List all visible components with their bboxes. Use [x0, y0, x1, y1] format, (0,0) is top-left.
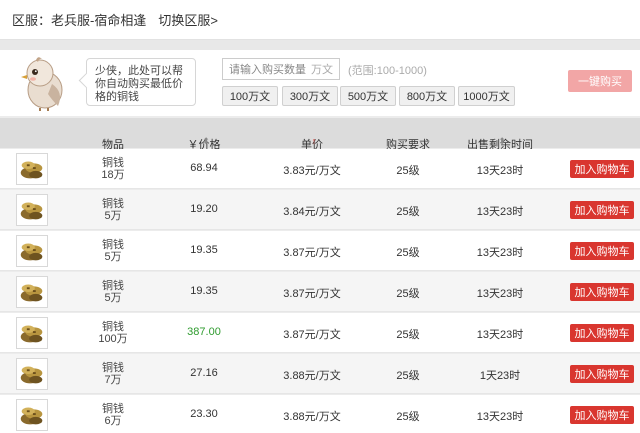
price-cell: 387.00	[187, 326, 221, 338]
add-to-cart-button[interactable]: 加入购物车	[570, 365, 634, 383]
server-bar: 区服：老兵服-宿命相逢 切换区服>	[0, 0, 640, 40]
one-click-buy-button[interactable]: 一键购买	[568, 70, 632, 92]
item-name: 铜钱 5万	[102, 239, 124, 263]
unit-price-cell: 3.87元/万文	[283, 288, 341, 300]
copper-coins-icon[interactable]	[16, 358, 48, 390]
sort-up-icon: ↑	[311, 136, 317, 146]
item-name: 铜钱 18万	[101, 157, 125, 181]
level-cell: 25级	[396, 411, 420, 423]
item-name: 铜钱 100万	[98, 321, 128, 345]
owl-mascot-icon	[21, 57, 63, 111]
add-to-cart-button[interactable]: 加入购物车	[570, 242, 634, 260]
level-cell: 25级	[396, 247, 420, 259]
time-cell: 13天23时	[476, 288, 524, 300]
table-row: 铜钱 7万 27.16 3.88元/万文 25级 1天23时 加入购物车	[0, 354, 640, 394]
server-label: 区服：老兵服-宿命相逢	[12, 13, 147, 28]
amount-button-500[interactable]: 500万文	[340, 86, 396, 106]
unit-price-cell: 3.88元/万文	[283, 370, 341, 382]
amount-button-1000[interactable]: 1000万文	[458, 86, 515, 106]
copper-coins-icon[interactable]	[16, 399, 48, 431]
sort-icon: ⬍	[202, 136, 210, 146]
quantity-range-hint: (范围:100-1000)	[348, 65, 427, 77]
time-cell: 13天23时	[476, 247, 524, 259]
time-cell: 1天23时	[479, 370, 521, 382]
time-cell: 13天23时	[476, 206, 524, 218]
quantity-placeholder: 请输入购买数量	[229, 64, 306, 76]
amount-button-300[interactable]: 300万文	[282, 86, 338, 106]
quantity-input[interactable]: 请输入购买数量 万文	[222, 58, 340, 80]
item-name: 铜钱 6万	[102, 403, 124, 427]
table-row: 铜钱 6万 23.30 3.88元/万文 25级 13天23时 加入购物车	[0, 395, 640, 433]
copper-coins-icon[interactable]	[16, 235, 48, 267]
add-to-cart-button[interactable]: 加入购物车	[570, 160, 634, 178]
add-to-cart-button[interactable]: 加入购物车	[570, 406, 634, 424]
item-name: 铜钱 7万	[102, 362, 124, 386]
table-row: 铜钱 100万 387.00 3.87元/万文 25级 13天23时 加入购物车	[0, 313, 640, 353]
amount-button-800[interactable]: 800万文	[399, 86, 455, 106]
level-cell: 25级	[396, 370, 420, 382]
price-cell: 23.30	[190, 408, 218, 420]
level-cell: 25级	[396, 206, 420, 218]
copper-coins-icon[interactable]	[16, 153, 48, 185]
price-cell: 27.16	[190, 367, 218, 379]
switch-server-link[interactable]: 切换区服>	[158, 10, 218, 29]
table-header: 物品 ￥价格 ⬍ 单价 ↑ 购买要求 出售剩余时间 ⬍	[0, 118, 640, 151]
copper-coins-icon[interactable]	[16, 276, 48, 308]
unit-price-cell: 3.88元/万文	[283, 411, 341, 423]
level-cell: 25级	[396, 329, 420, 341]
time-cell: 13天23时	[476, 411, 524, 423]
time-cell: 13天23时	[476, 165, 524, 177]
unit-price-cell: 3.84元/万文	[283, 206, 341, 218]
table-row: 铜钱 18万 68.94 3.83元/万文 25级 13天23时 加入购物车	[0, 149, 640, 189]
copper-coins-icon[interactable]	[16, 317, 48, 349]
level-cell: 25级	[396, 165, 420, 177]
sort-icon: ⬍	[498, 136, 506, 146]
unit-price-cell: 3.83元/万文	[283, 165, 341, 177]
quick-buy-panel: 少侠，此处可以帮你自动购买最低价格的铜钱 请输入购买数量 万文 (范围:100-…	[0, 50, 640, 116]
price-cell: 19.20	[190, 203, 218, 215]
unit-price-cell: 3.87元/万文	[283, 247, 341, 259]
mascot-speech-bubble: 少侠，此处可以帮你自动购买最低价格的铜钱	[86, 58, 196, 106]
add-to-cart-button[interactable]: 加入购物车	[570, 201, 634, 219]
item-name: 铜钱 5万	[102, 198, 124, 222]
add-to-cart-button[interactable]: 加入购物车	[570, 283, 634, 301]
divider	[0, 40, 640, 50]
table-row: 铜钱 5万 19.20 3.84元/万文 25级 13天23时 加入购物车	[0, 190, 640, 230]
price-cell: 68.94	[190, 162, 218, 174]
amount-button-100[interactable]: 100万文	[222, 86, 278, 106]
price-cell: 19.35	[190, 285, 218, 297]
level-cell: 25级	[396, 288, 420, 300]
unit-price-cell: 3.87元/万文	[283, 329, 341, 341]
table-row: 铜钱 5万 19.35 3.87元/万文 25级 13天23时 加入购物车	[0, 272, 640, 312]
add-to-cart-button[interactable]: 加入购物车	[570, 324, 634, 342]
item-name: 铜钱 5万	[102, 280, 124, 304]
price-cell: 19.35	[190, 244, 218, 256]
copper-coins-icon[interactable]	[16, 194, 48, 226]
quantity-unit: 万文	[311, 64, 333, 76]
table-row: 铜钱 5万 19.35 3.87元/万文 25级 13天23时 加入购物车	[0, 231, 640, 271]
time-cell: 13天23时	[476, 329, 524, 341]
